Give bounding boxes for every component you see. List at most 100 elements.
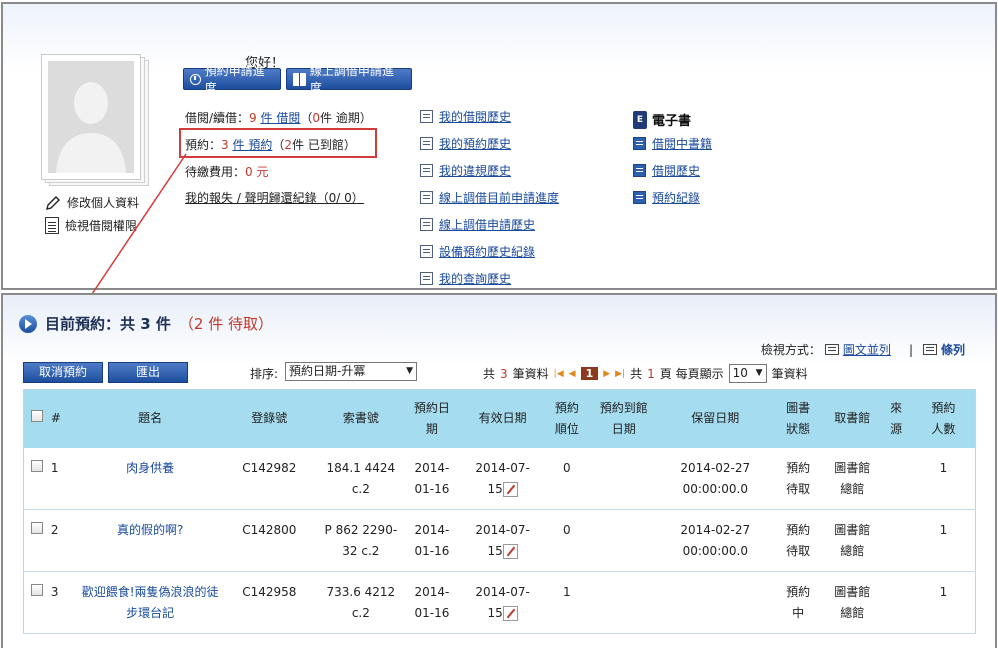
- row-status: 預約待取: [772, 509, 825, 572]
- edit-date-icon[interactable]: [502, 544, 518, 559]
- row-pickup-library: 圖書館總館: [824, 571, 881, 634]
- pending-count: （2 件 待取）: [178, 315, 273, 333]
- header-arrive-date: 預約到館日期: [589, 389, 659, 448]
- header-reg-no: 登錄號: [220, 389, 319, 448]
- total-prefix: 共: [483, 367, 496, 381]
- row-people: 1: [911, 447, 976, 510]
- row-call-no-text: 184.1 4424 c.2: [326, 460, 396, 496]
- table-row: 2 真的假的啊? C142800 P 862 2290-32 c.2 2014-01-1…: [23, 509, 976, 572]
- row-reserve-date: 2014-01-16: [403, 571, 461, 634]
- header-hold-date: 保留日期: [658, 389, 773, 448]
- row-call-no: P 862 2290-32 c.2: [318, 509, 404, 572]
- header-arrive-date-text: 預約到館日期: [599, 400, 648, 436]
- total-suffix: 筆資料: [512, 367, 549, 381]
- header-reserve-date: 預約日期: [403, 389, 461, 448]
- pages-prefix: 共: [630, 367, 643, 381]
- view-mode-image-text[interactable]: 圖文並列: [843, 341, 891, 358]
- row-pickup-library: 圖書館總館: [824, 509, 881, 572]
- view-mode-list[interactable]: 條列: [941, 341, 965, 358]
- header-order-text: 預約順位: [554, 400, 579, 436]
- row-pickup-library-text: 圖書館總館: [834, 585, 871, 620]
- row-people: 1: [911, 509, 976, 572]
- per-page-suffix: 筆資料: [771, 367, 808, 381]
- per-page-select[interactable]: 10: [728, 364, 767, 383]
- row-arrive-date: [589, 509, 659, 572]
- header-reserve-date-text: 預約日期: [413, 400, 450, 436]
- header-order: 預約順位: [544, 389, 590, 448]
- row-call-no-text: P 862 2290-32 c.2: [324, 523, 398, 558]
- current-page[interactable]: 1: [580, 367, 599, 380]
- row-hold-date-text: 2014-02-27 00:00:00.0: [680, 523, 751, 558]
- view-mode-switch: 檢視方式： 圖文並列 | 條列: [761, 341, 965, 358]
- row-index: 3: [50, 571, 81, 634]
- header-status: 圖書狀態: [772, 389, 825, 448]
- row-select[interactable]: [23, 447, 51, 510]
- row-status: 預約待取: [772, 447, 825, 510]
- edit-date-icon[interactable]: [502, 481, 518, 497]
- current-reservations-panel: 目前預約：共 3 件 （2 件 待取） 檢視方式： 圖文並列 | 條列 取消預約…: [1, 293, 997, 648]
- row-valid-date: 2014-07-15: [460, 447, 545, 510]
- row-status-text: 預約中: [786, 585, 811, 620]
- row-title-link[interactable]: 肉身供養: [80, 458, 220, 479]
- table-row: 3 歡迎餵食!兩隻偽浪浪的徒步環台記 C142958 733.6 4212 c.2 20…: [23, 571, 976, 634]
- row-status-text: 預約待取: [786, 523, 811, 558]
- header-select-all[interactable]: [23, 389, 51, 448]
- reservation-total: 目前預約：共 3 件: [45, 315, 171, 333]
- sort-select[interactable]: 預約日期-升冪: [285, 362, 417, 381]
- row-checkbox[interactable]: [31, 522, 44, 534]
- row-title: 真的假的啊?: [80, 509, 221, 572]
- row-hold-date: [658, 571, 773, 634]
- header-title: 題名: [80, 389, 221, 448]
- row-status-text: 預約待取: [786, 460, 811, 496]
- row-reserve-date: 2014-01-16: [403, 447, 461, 510]
- row-arrive-date: [589, 447, 659, 510]
- row-reg-no: C142982: [220, 447, 319, 510]
- cancel-reservation-button[interactable]: 取消預約: [23, 362, 103, 383]
- first-page-icon[interactable]: |◀: [554, 369, 564, 379]
- row-title: 肉身供養: [80, 447, 221, 510]
- row-valid-date: 2014-07-15: [460, 509, 545, 572]
- row-index: 1: [50, 447, 81, 510]
- row-hold-date: 2014-02-27 00:00:00.0: [658, 447, 773, 510]
- prev-page-icon[interactable]: ◀: [569, 369, 576, 379]
- header-source-text: 來源: [890, 400, 903, 436]
- pages-count: 1: [647, 366, 655, 381]
- header-index: #: [50, 389, 81, 448]
- row-title: 歡迎餵食!兩隻偽浪浪的徒步環台記: [80, 571, 221, 634]
- row-call-no: 184.1 4424 c.2: [318, 447, 404, 510]
- row-pickup-library: 圖書館總館: [824, 447, 881, 510]
- header-status-text: 圖書狀態: [786, 400, 811, 436]
- next-page-icon[interactable]: ▶: [603, 369, 610, 379]
- row-order: 0: [544, 509, 590, 572]
- section-title: 目前預約：共 3 件 （2 件 待取）: [19, 313, 273, 334]
- row-select[interactable]: [23, 571, 51, 634]
- header-people: 預約人數: [911, 389, 976, 448]
- row-status: 預約中: [772, 571, 825, 634]
- row-title-link[interactable]: 歡迎餵食!兩隻偽浪浪的徒步環台記: [80, 582, 220, 624]
- row-arrive-date: [589, 571, 659, 634]
- row-select[interactable]: [23, 509, 51, 572]
- header-people-text: 預約人數: [931, 400, 956, 436]
- row-order: 0: [544, 447, 590, 510]
- row-checkbox[interactable]: [31, 459, 44, 472]
- edit-date-icon[interactable]: [502, 606, 518, 621]
- sort-label: 排序:: [250, 367, 279, 381]
- row-hold-date-text: 2014-02-27 00:00:00.0: [680, 460, 751, 496]
- row-reserve-date: 2014-01-16: [403, 509, 461, 572]
- row-index: 2: [50, 509, 81, 572]
- row-checkbox[interactable]: [31, 584, 44, 596]
- pagination: 共 3 筆資料 |◀ ◀ 1 ▶ ▶| 共 1 頁 每頁顯示 10 筆資料: [483, 364, 808, 383]
- row-reg-no: C142800: [220, 509, 319, 572]
- row-title-link[interactable]: 真的假的啊?: [80, 520, 220, 541]
- row-reg-no: C142958: [220, 571, 319, 634]
- row-call-no: 733.6 4212 c.2: [318, 571, 404, 634]
- last-page-icon[interactable]: ▶|: [615, 369, 625, 379]
- table-header-row: # 題名 登錄號 索書號 預約日期 有效日期 預約順位 預約到館日期 保留日期 …: [23, 389, 976, 448]
- select-all-checkbox[interactable]: [31, 410, 44, 423]
- row-call-no-text: 733.6 4212 c.2: [326, 585, 396, 620]
- export-button[interactable]: 匯出: [108, 362, 188, 383]
- grid-view-icon[interactable]: [824, 344, 839, 355]
- header-source: 來源: [880, 389, 912, 448]
- header-valid-date: 有效日期: [460, 389, 545, 448]
- list-view-icon[interactable]: [922, 344, 937, 355]
